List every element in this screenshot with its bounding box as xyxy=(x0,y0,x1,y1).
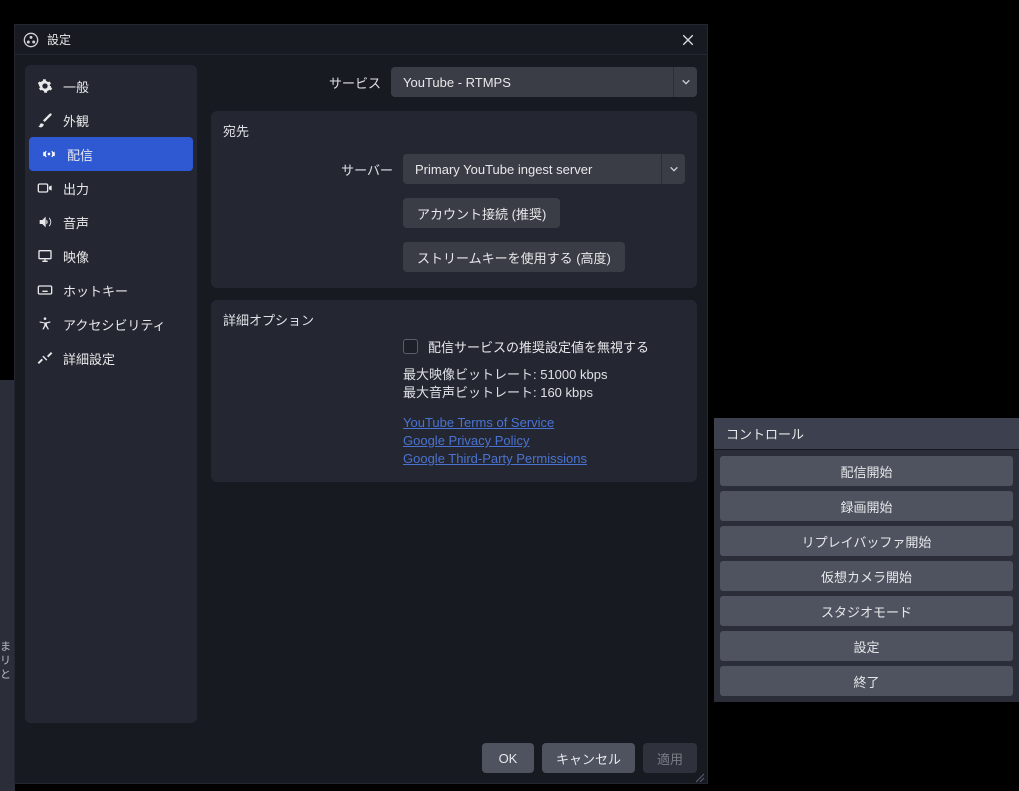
settings-button[interactable]: 設定 xyxy=(720,631,1013,661)
start-replay-buffer-button[interactable]: リプレイバッファ開始 xyxy=(720,526,1013,556)
resize-grip-icon[interactable] xyxy=(695,771,705,781)
service-select[interactable]: YouTube - RTMPS xyxy=(391,67,697,97)
chevron-down-icon xyxy=(673,67,697,97)
server-label: サーバー xyxy=(223,160,393,179)
destination-panel: 宛先 サーバー Primary YouTube ingest server xyxy=(211,111,697,288)
start-virtual-camera-button[interactable]: 仮想カメラ開始 xyxy=(720,561,1013,591)
advanced-options-title: 詳細オプション xyxy=(223,310,685,329)
sidebar-item-label: 映像 xyxy=(63,247,89,266)
sidebar-item-label: 出力 xyxy=(63,179,89,198)
max-audio-bitrate: 最大音声ビットレート: 160 kbps xyxy=(403,384,685,402)
google-privacy-link[interactable]: Google Privacy Policy xyxy=(403,433,529,448)
chevron-down-icon xyxy=(661,154,685,184)
server-select[interactable]: Primary YouTube ingest server xyxy=(403,154,685,184)
server-select-value: Primary YouTube ingest server xyxy=(403,162,661,177)
sidebar-item-label: アクセシビリティ xyxy=(63,315,166,334)
destination-panel-title: 宛先 xyxy=(223,121,685,140)
max-video-bitrate: 最大映像ビットレート: 51000 kbps xyxy=(403,366,685,384)
ignore-recommended-label: 配信サービスの推奨設定値を無視する xyxy=(428,337,649,356)
ok-button[interactable]: OK xyxy=(482,743,534,773)
sidebar-item-label: ホットキー xyxy=(63,281,128,300)
sidebar-item-label: 一般 xyxy=(63,77,89,96)
controls-panel-title: コントロール xyxy=(714,418,1019,450)
service-label: サービス xyxy=(211,73,381,92)
dialog-footer: OK キャンセル 適用 xyxy=(15,733,707,783)
start-recording-button[interactable]: 録画開始 xyxy=(720,491,1013,521)
keyboard-icon xyxy=(37,282,53,298)
ignore-recommended-checkbox[interactable] xyxy=(403,339,418,354)
controls-panel: コントロール 配信開始 録画開始 リプレイバッファ開始 仮想カメラ開始 スタジオ… xyxy=(714,418,1019,702)
sidebar-item-advanced[interactable]: 詳細設定 xyxy=(25,341,197,375)
brush-icon xyxy=(37,112,53,128)
sidebar-item-label: 音声 xyxy=(63,213,89,232)
accessibility-icon xyxy=(37,316,53,332)
settings-sidebar: 一般 外観 配信 出力 xyxy=(25,65,197,723)
advanced-options-panel: 詳細オプション 配信サービスの推奨設定値を無視する 最大映像ビットレート: 51… xyxy=(211,300,697,482)
sidebar-item-audio[interactable]: 音声 xyxy=(25,205,197,239)
studio-mode-button[interactable]: スタジオモード xyxy=(720,596,1013,626)
sidebar-item-accessibility[interactable]: アクセシビリティ xyxy=(25,307,197,341)
obs-logo-icon xyxy=(23,32,39,48)
cancel-button[interactable]: キャンセル xyxy=(542,743,635,773)
sidebar-item-hotkeys[interactable]: ホットキー xyxy=(25,273,197,307)
close-button[interactable] xyxy=(677,29,699,51)
titlebar: 設定 xyxy=(15,25,707,55)
speaker-icon xyxy=(37,214,53,230)
sidebar-item-label: 外観 xyxy=(63,111,89,130)
antenna-icon xyxy=(41,146,57,162)
settings-content: サービス YouTube - RTMPS 宛先 サーバー xyxy=(211,65,697,723)
exit-button[interactable]: 終了 xyxy=(720,666,1013,696)
sidebar-item-video[interactable]: 映像 xyxy=(25,239,197,273)
sidebar-item-output[interactable]: 出力 xyxy=(25,171,197,205)
service-select-value: YouTube - RTMPS xyxy=(391,75,673,90)
sidebar-item-appearance[interactable]: 外観 xyxy=(25,103,197,137)
sidebar-item-label: 配信 xyxy=(67,145,93,164)
apply-button[interactable]: 適用 xyxy=(643,743,697,773)
connect-account-button[interactable]: アカウント接続 (推奨) xyxy=(403,198,560,228)
dialog-title: 設定 xyxy=(47,31,71,48)
gear-icon xyxy=(37,78,53,94)
bg-left-edge: まリと xyxy=(0,380,15,791)
sidebar-item-label: 詳細設定 xyxy=(63,349,115,368)
google-third-party-link[interactable]: Google Third-Party Permissions xyxy=(403,451,587,466)
monitor-icon xyxy=(37,248,53,264)
start-streaming-button[interactable]: 配信開始 xyxy=(720,456,1013,486)
settings-dialog: 設定 一般 外観 配信 xyxy=(14,24,708,784)
tools-icon xyxy=(37,350,53,366)
output-icon xyxy=(37,180,53,196)
sidebar-item-stream[interactable]: 配信 xyxy=(29,137,193,171)
use-stream-key-button[interactable]: ストリームキーを使用する (高度) xyxy=(403,242,625,272)
sidebar-item-general[interactable]: 一般 xyxy=(25,69,197,103)
youtube-tos-link[interactable]: YouTube Terms of Service xyxy=(403,415,554,430)
